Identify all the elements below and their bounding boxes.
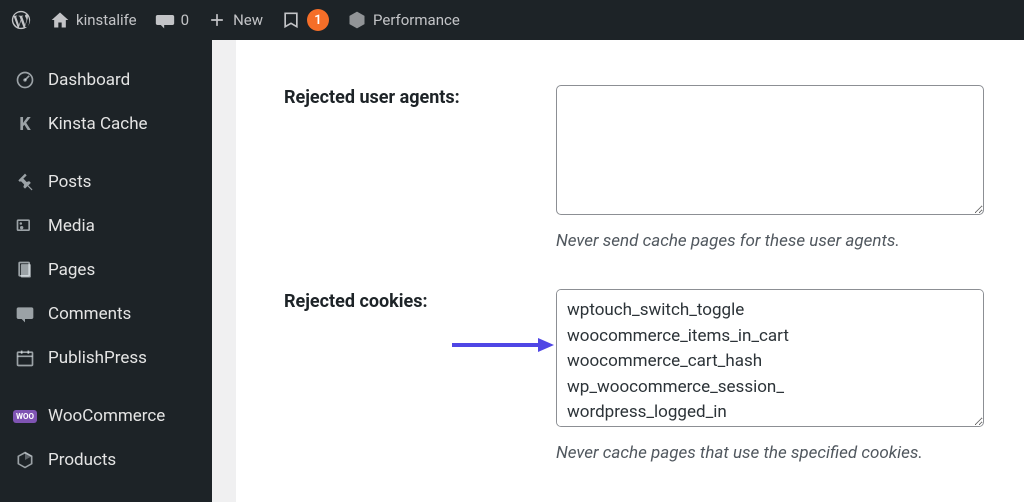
yoast-link[interactable]: 1 [281,9,329,31]
pages-icon [14,259,36,281]
calendar-icon [14,347,36,369]
comments-count: 0 [181,11,189,29]
media-icon [14,215,36,237]
products-icon [14,449,36,471]
plus-icon [207,10,227,30]
sidebar-item-label: Media [48,216,95,236]
rejected-cookies-label: Rejected cookies: [284,289,556,463]
wordpress-icon [10,9,32,31]
site-title: kinstalife [76,11,137,29]
home-icon [50,10,70,30]
rejected-cookies-textarea[interactable] [556,289,984,427]
dashboard-icon [14,69,36,91]
content-area: Rejected user agents: Never send cache p… [236,40,1024,502]
sidebar-item-dashboard[interactable]: Dashboard [0,58,212,102]
rejected-user-agents-textarea[interactable] [556,85,984,215]
yoast-badge: 1 [307,9,329,31]
rejected-user-agents-row: Rejected user agents: Never send cache p… [284,85,984,251]
sidebar-item-media[interactable]: Media [0,204,212,248]
sidebar-item-label: WooCommerce [48,406,165,426]
sidebar-item-label: Kinsta Cache [48,114,148,134]
kinsta-icon: K [14,113,36,135]
comment-icon [155,10,175,30]
sidebar-item-woocommerce[interactable]: WOO WooCommerce [0,394,212,438]
sidebar-item-label: Posts [48,172,91,192]
rejected-user-agents-label: Rejected user agents: [284,85,556,251]
rejected-cookies-row: Rejected cookies: Never cache pages that… [284,289,984,463]
rejected-user-agents-help: Never send cache pages for these user ag… [556,231,984,251]
sidebar-item-comments[interactable]: Comments [0,292,212,336]
sidebar-item-pages[interactable]: Pages [0,248,212,292]
sidebar-item-label: Pages [48,260,95,280]
comments-icon [14,303,36,325]
rejected-user-agents-field: Never send cache pages for these user ag… [556,85,984,251]
rejected-cookies-help: Never cache pages that use the specified… [556,443,984,463]
sidebar-item-posts[interactable]: Posts [0,160,212,204]
content-edge [212,40,236,502]
sidebar-item-label: Comments [48,304,131,324]
sidebar-item-label: Dashboard [48,70,130,90]
sidebar-item-label: PublishPress [48,348,147,368]
w3tc-icon [347,10,367,30]
performance-link[interactable]: Performance [347,10,460,30]
rejected-cookies-field: Never cache pages that use the specified… [556,289,984,463]
woocommerce-icon: WOO [14,405,36,427]
wordpress-logo[interactable] [10,9,32,31]
sidebar-item-label: Products [48,450,116,470]
admin-sidebar: Dashboard K Kinsta Cache Posts Media Pag… [0,40,212,502]
comments-link[interactable]: 0 [155,10,189,30]
performance-label: Performance [373,11,460,29]
sidebar-item-products[interactable]: Products [0,438,212,482]
pin-icon [14,171,36,193]
yoast-icon [281,9,301,31]
new-label: New [233,11,263,29]
new-content-link[interactable]: New [207,10,263,30]
sidebar-item-publishpress[interactable]: PublishPress [0,336,212,380]
sidebar-item-kinsta-cache[interactable]: K Kinsta Cache [0,102,212,146]
admin-bar: kinstalife 0 New 1 Performance [0,0,1024,40]
site-link[interactable]: kinstalife [50,10,137,30]
